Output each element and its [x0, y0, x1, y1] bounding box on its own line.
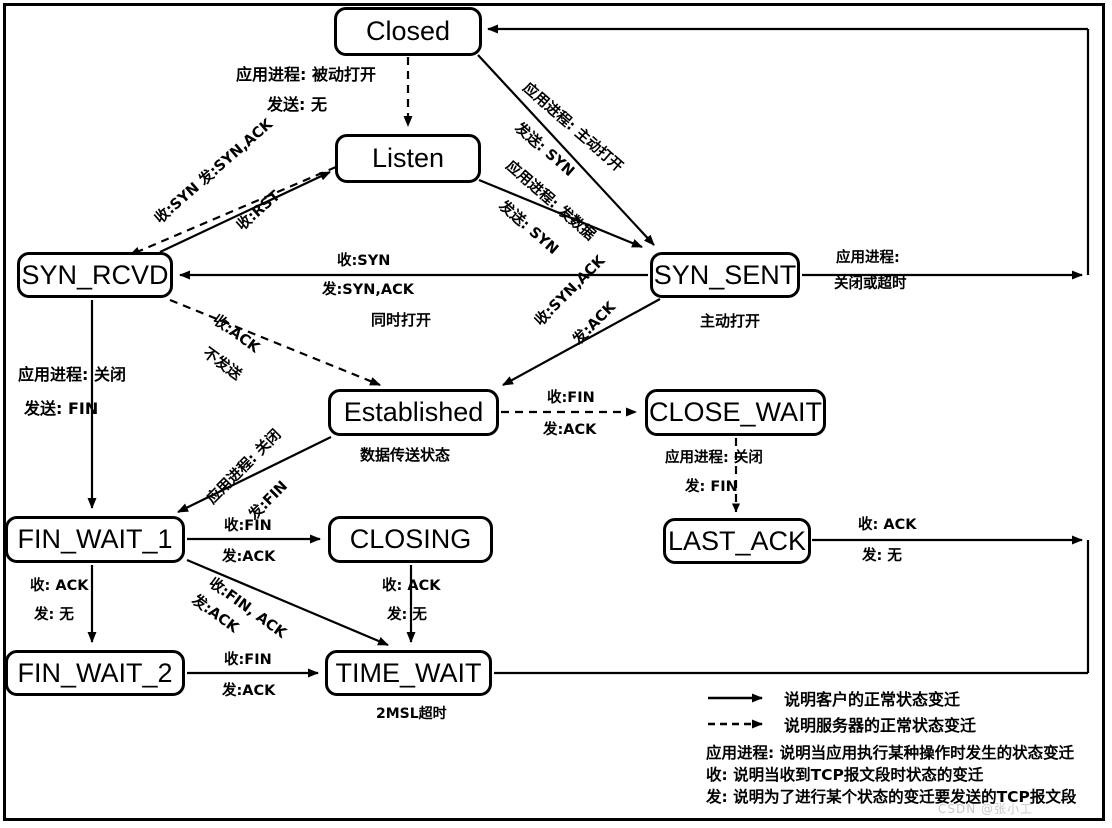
- edge-label-syn-sent-to-syn-rcvd-trigger: 收:SYN: [337, 253, 391, 269]
- edge-label-syn-sent-to-syn-rcvd-action: 发:SYN,ACK: [322, 282, 414, 298]
- state-box-closed[interactable]: Closed: [334, 7, 482, 56]
- edge-label-fin-wait-2-to-time-wait-action: 发:ACK: [222, 683, 276, 699]
- state-box-closing[interactable]: CLOSING: [328, 516, 493, 563]
- state-box-established[interactable]: Established: [328, 389, 499, 436]
- legend-note-receive: 收: 说明当收到TCP报文段时状态的变迁: [706, 766, 984, 784]
- edge-label-syn-rcvd-to-fin-wait-1-action: 发送: FIN: [24, 399, 99, 418]
- edge-label-closing-to-time-wait-action: 发: 无: [387, 607, 427, 623]
- edge-label-close-wait-to-last-ack-trigger: 应用进程: 关闭: [665, 450, 763, 466]
- state-box-syn-sent[interactable]: SYN_SENT: [650, 252, 800, 298]
- legend-note-app-process: 应用进程: 说明当应用执行某种操作时发生的状态变迁: [706, 744, 1075, 762]
- edge-label-established-to-close-wait-trigger: 收:FIN: [547, 390, 595, 406]
- edge-label-close-wait-to-last-ack-action: 发: FIN: [685, 479, 738, 495]
- state-label: CLOSE_WAIT: [648, 397, 823, 427]
- state-label: LAST_ACK: [667, 525, 807, 556]
- diagram-canvas: Closed Listen SYN_RCVD SYN_SENT Establis…: [0, 0, 1112, 828]
- edge-label-closing-to-time-wait-trigger: 收: ACK: [382, 578, 441, 594]
- state-label: CLOSING: [349, 524, 472, 554]
- edge-label-established-to-close-wait-action: 发:ACK: [543, 422, 597, 438]
- state-box-last-ack[interactable]: LAST_ACK: [663, 518, 811, 564]
- legend-row-solid: 说明客户的正常状态变迁: [706, 686, 1106, 710]
- legend: 说明客户的正常状态变迁 说明服务器的正常状态变迁 应用进程: 说明当应用执行某种…: [706, 686, 1106, 808]
- legend-label-dashed: 说明服务器的正常状态变迁: [784, 716, 977, 735]
- state-label: FIN_WAIT_2: [17, 657, 173, 688]
- edge-label-fin-wait-1-to-closing-trigger: 收:FIN: [224, 518, 272, 534]
- edge-label-fin-wait-1-to-closing-action: 发:ACK: [222, 549, 276, 565]
- edge-label-syn-rcvd-to-fin-wait-1-trigger: 应用进程: 关闭: [18, 365, 126, 384]
- state-label: Closed: [365, 16, 451, 46]
- dashed-arrow-icon: [706, 717, 772, 731]
- state-box-syn-rcvd[interactable]: SYN_RCVD: [17, 252, 173, 298]
- edge-label-syn-sent-to-closed-action: 关闭或超时: [834, 276, 907, 292]
- state-label: Listen: [371, 143, 445, 173]
- state-note-syn-sent: 主动打开: [700, 312, 761, 330]
- state-box-fin-wait-1[interactable]: FIN_WAIT_1: [5, 516, 185, 563]
- watermark: CSDN @张小工: [938, 802, 1034, 816]
- edge-label-closed-to-listen-trigger: 应用进程: 被动打开: [236, 65, 376, 84]
- state-label: FIN_WAIT_1: [17, 524, 173, 554]
- edge-label-fin-wait-2-to-time-wait-trigger: 收:FIN: [224, 652, 272, 668]
- state-label: Established: [343, 397, 484, 427]
- state-note-established: 数据传送状态: [360, 446, 451, 464]
- state-box-close-wait[interactable]: CLOSE_WAIT: [645, 389, 826, 436]
- edge-label-fin-wait-1-to-fin-wait-2-trigger: 收: ACK: [30, 578, 89, 594]
- edge-label-syn-sent-to-closed-trigger: 应用进程:: [836, 250, 900, 266]
- state-label: SYN_RCVD: [21, 259, 169, 290]
- solid-arrow-icon: [706, 691, 772, 705]
- legend-label-solid: 说明客户的正常状态变迁: [784, 690, 961, 709]
- edge-label-fin-wait-1-to-fin-wait-2-action: 发: 无: [34, 607, 74, 623]
- edge-label-last-ack-to-closed-trigger: 收: ACK: [858, 517, 917, 533]
- legend-note-send: 发: 说明为了进行某个状态的变迁要发送的TCP报文段: [706, 788, 1077, 806]
- state-label: SYN_SENT: [653, 259, 797, 290]
- state-note-simultaneous-open: 同时打开: [371, 311, 432, 329]
- state-box-fin-wait-2[interactable]: FIN_WAIT_2: [5, 650, 185, 696]
- edge-label-last-ack-to-closed-action: 发: 无: [862, 548, 902, 564]
- legend-row-dashed: 说明服务器的正常状态变迁: [706, 712, 1106, 736]
- edge-label-closed-to-listen-action: 发送: 无: [267, 95, 327, 114]
- state-label: TIME_WAIT: [335, 657, 482, 688]
- state-box-time-wait[interactable]: TIME_WAIT: [325, 650, 492, 696]
- state-box-listen[interactable]: Listen: [335, 134, 481, 183]
- edge-fin-wait-1-to-time-wait: [186, 558, 389, 647]
- edge-syn-rcvd-to-established: [169, 298, 381, 387]
- state-note-time-wait: 2MSL超时: [376, 706, 447, 722]
